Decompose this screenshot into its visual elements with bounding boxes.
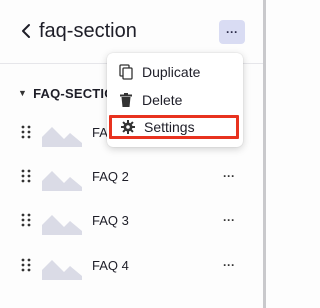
duplicate-icon [119,64,133,80]
caret-down-icon: ▼ [18,88,28,98]
menu-item-duplicate[interactable]: Duplicate [107,58,243,86]
menu-item-label: Delete [142,92,183,108]
drag-handle-icon[interactable] [21,258,31,272]
trash-icon [119,93,133,107]
chevron-left-icon [22,24,30,38]
list-item-label: FAQ 3 [92,213,129,228]
menu-item-delete[interactable]: Delete [107,86,243,114]
more-icon: ··· [226,25,238,39]
list-item-label: FAQ 2 [92,169,129,184]
image-placeholder-icon [42,171,82,191]
image-placeholder-icon [42,215,82,235]
drag-handle-icon[interactable] [21,169,31,183]
list-item[interactable]: FAQ 4 ··· [0,246,263,286]
list-item-label: FAQ 4 [92,258,129,273]
page-title: faq-section [39,20,137,42]
image-placeholder-icon [42,260,82,280]
list-item[interactable]: FAQ 2 ··· [0,157,263,197]
menu-item-settings[interactable]: Settings [109,115,239,139]
list-item[interactable]: FAQ 3 ··· [0,201,263,241]
row-more-icon[interactable]: ··· [220,211,238,229]
panel-border [263,0,266,308]
image-placeholder-icon [42,127,82,147]
row-more-icon[interactable]: ··· [220,167,238,185]
drag-handle-icon[interactable] [21,213,31,227]
menu-item-label: Settings [144,119,195,135]
row-more-icon[interactable]: ··· [220,256,238,274]
more-options-button[interactable]: ··· [219,20,245,44]
back-button[interactable] [18,20,34,42]
context-menu: Duplicate Delete Settings [107,53,243,147]
gear-icon [121,120,135,134]
menu-item-label: Duplicate [142,64,201,80]
drag-handle-icon[interactable] [21,125,31,139]
